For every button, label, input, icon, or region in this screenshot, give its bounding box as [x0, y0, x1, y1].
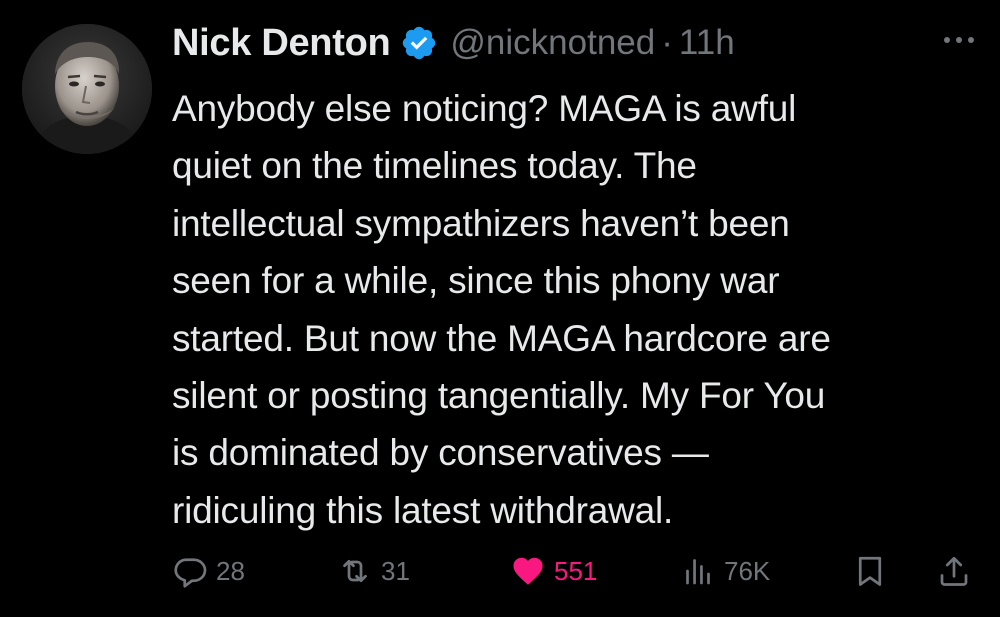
bookmark-icon	[858, 556, 882, 586]
more-dots-icon[interactable]	[942, 32, 976, 48]
tweet-action-bar: 28 31 551 76K	[172, 548, 982, 594]
repost-arrows-icon	[343, 559, 367, 583]
author-handle[interactable]: @nicknotned	[450, 23, 655, 63]
views-count: 76K	[724, 555, 771, 586]
tweet-timestamp[interactable]: 11h	[679, 23, 735, 63]
verified-badge-icon	[400, 24, 438, 62]
bookmark-button[interactable]	[852, 548, 888, 594]
author-display-name[interactable]: Nick Denton	[172, 22, 391, 65]
views-button[interactable]: 76K	[680, 548, 770, 594]
avatar[interactable]	[22, 24, 152, 154]
reply-button[interactable]: 28	[172, 548, 245, 594]
like-count: 551	[554, 555, 598, 586]
share-button[interactable]	[936, 548, 972, 594]
tweet-card[interactable]: Nick Denton @nicknotned · 11h Anybody el…	[0, 0, 1000, 617]
tweet-header: Nick Denton @nicknotned · 11h	[172, 18, 735, 68]
reply-bubble-icon	[174, 558, 207, 588]
share-upload-icon	[940, 556, 968, 586]
like-button[interactable]: 551	[510, 548, 597, 594]
separator-dot: ·	[661, 23, 673, 62]
reply-count: 28	[216, 555, 245, 586]
heart-icon	[513, 557, 543, 585]
repost-button[interactable]: 31	[337, 548, 410, 594]
tweet-text: Anybody else noticing? MAGA is awful qui…	[172, 88, 831, 531]
bar-chart-icon	[686, 559, 710, 585]
repost-count: 31	[381, 555, 410, 586]
